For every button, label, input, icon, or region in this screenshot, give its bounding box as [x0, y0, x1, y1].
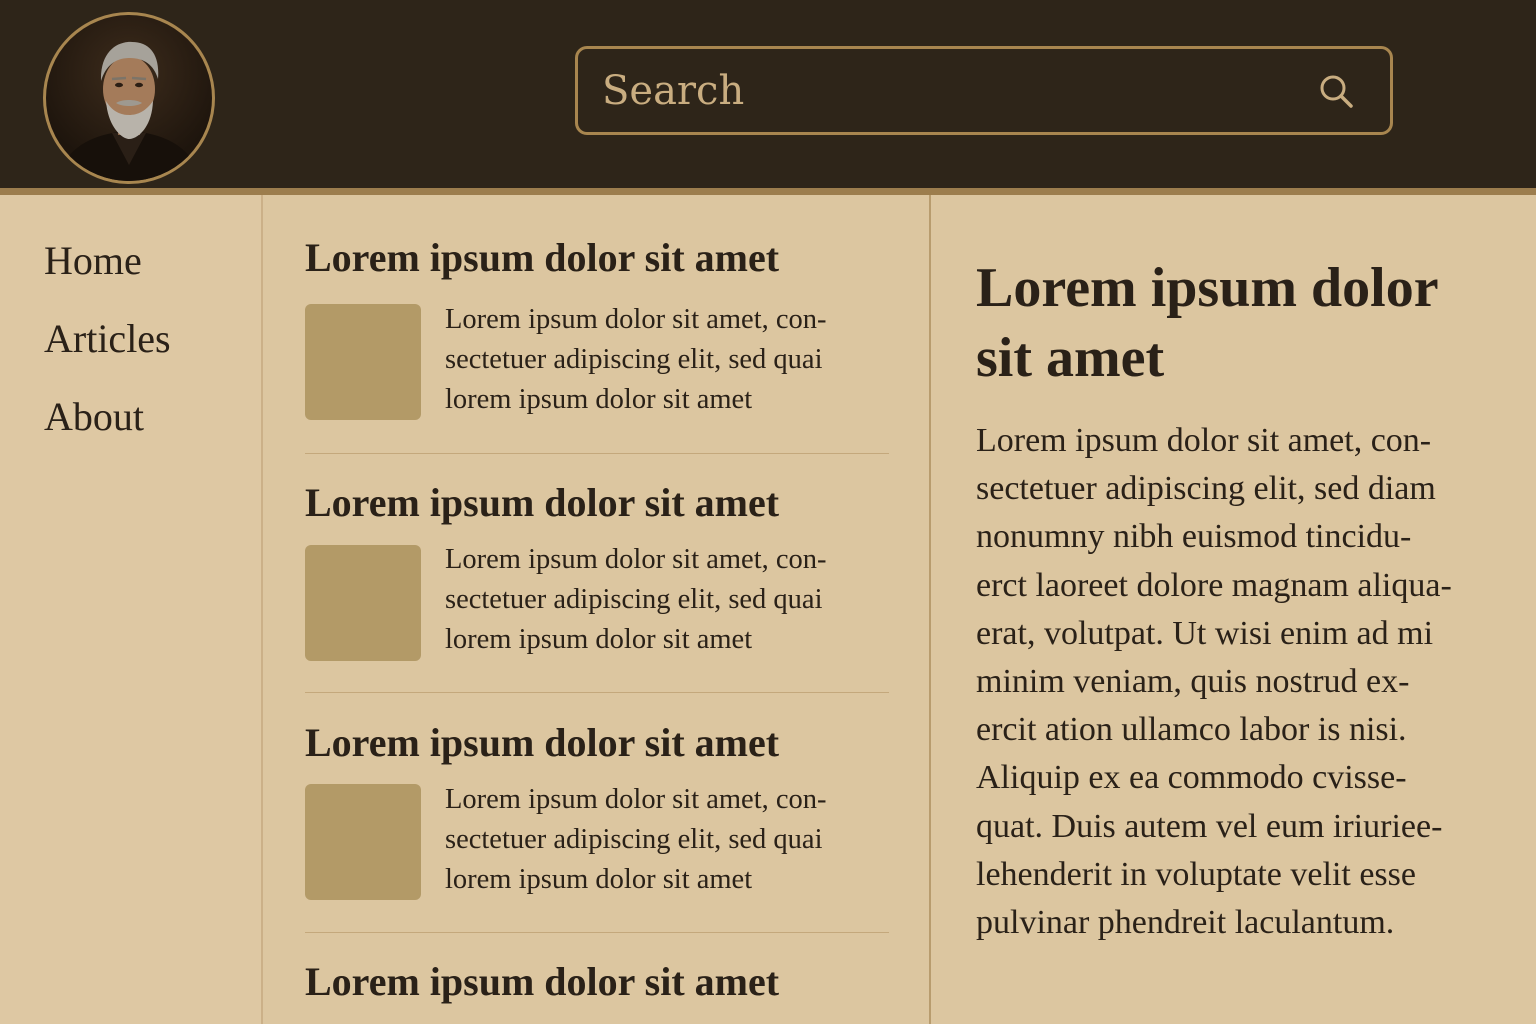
sidebar-item-articles[interactable]: Articles: [44, 315, 171, 362]
excerpt-line: Lorem ipsum dolor sit amet, con-: [445, 304, 827, 335]
body-line: quat. Duis autem vel eum iriuriee-: [976, 807, 1443, 845]
article-detail: Lorem ipsum dolor sit amet Lorem ipsum d…: [931, 195, 1536, 1024]
divider: [305, 932, 889, 933]
body-line: ercit ation ullamco labor is nisi.: [976, 711, 1407, 749]
detail-title: Lorem ipsum dolor sit amet: [976, 253, 1516, 393]
avatar-portrait: [56, 41, 202, 181]
article-thumbnail[interactable]: [305, 784, 421, 900]
article-title[interactable]: Lorem ipsum dolor sit amet: [305, 480, 889, 526]
excerpt-line: lorem ipsum dolor sit amet: [445, 384, 753, 415]
article-feed: Lorem ipsum dolor sit amet Lorem ipsum d…: [263, 195, 929, 1024]
article-title[interactable]: Lorem ipsum dolor sit amet: [305, 235, 889, 281]
divider: [305, 692, 889, 693]
detail-body: Lorem ipsum dolor sit amet, con- sectetu…: [976, 417, 1526, 947]
excerpt-line: sectetuer adipiscing elit, sed quai: [445, 584, 823, 615]
body-line: erct laoreet dolore magnam aliqua-: [976, 566, 1452, 604]
article-title[interactable]: Lorem ipsum dolor sit amet: [305, 959, 889, 1005]
excerpt-line: sectetuer adipiscing elit, sed quai: [445, 824, 823, 855]
article-thumbnail[interactable]: [305, 304, 421, 420]
article-card[interactable]: Lorem ipsum dolor sit amet Lorem ipsum d…: [305, 720, 889, 900]
sidebar-item-home[interactable]: Home: [44, 237, 142, 284]
excerpt-line: lorem ipsum dolor sit amet: [445, 624, 753, 655]
excerpt-line: Lorem ipsum dolor sit amet, con-: [445, 784, 827, 815]
body-line: pulvinar phendreit laculantum.: [976, 904, 1395, 942]
article-thumbnail[interactable]: [305, 545, 421, 661]
top-header: [0, 0, 1536, 195]
article-card[interactable]: Lorem ipsum dolor sit amet: [305, 959, 889, 1005]
body-line: Aliquip ex ea commodo cvisse-: [976, 759, 1407, 797]
article-card[interactable]: Lorem ipsum dolor sit amet Lorem ipsum d…: [305, 480, 889, 661]
search-bar: [575, 46, 1393, 135]
article-excerpt: Lorem ipsum dolor sit amet, con- sectetu…: [445, 300, 885, 420]
article-card[interactable]: Lorem ipsum dolor sit amet Lorem ipsum d…: [305, 235, 889, 420]
excerpt-line: Lorem ipsum dolor sit amet, con-: [445, 544, 827, 575]
body-line: erat, volutpat. Ut wisi enim ad mi: [976, 614, 1434, 652]
body-line: nonumny nibh euismod tincidu-: [976, 518, 1412, 556]
detail-title-line: sit amet: [976, 327, 1165, 389]
divider: [305, 453, 889, 454]
sidebar-nav: Home Articles About: [0, 195, 263, 1024]
body-line: minim veniam, quis nostrud ex-: [976, 663, 1410, 701]
detail-title-line: Lorem ipsum dolor: [976, 257, 1439, 319]
body-line: sectetuer adipiscing elit, sed diam: [976, 470, 1436, 508]
body-line: Lorem ipsum dolor sit amet, con-: [976, 422, 1432, 459]
article-excerpt: Lorem ipsum dolor sit amet, con- sectetu…: [445, 780, 885, 900]
body-line: lehenderit in voluptate velit esse: [976, 855, 1416, 893]
excerpt-line: sectetuer adipiscing elit, sed quai: [445, 344, 823, 375]
article-excerpt: Lorem ipsum dolor sit amet, con- sectetu…: [445, 540, 885, 660]
article-title[interactable]: Lorem ipsum dolor sit amet: [305, 720, 889, 766]
sidebar-item-about[interactable]: About: [44, 393, 144, 440]
excerpt-line: lorem ipsum dolor sit amet: [445, 864, 753, 895]
search-input[interactable]: [578, 50, 1316, 131]
avatar[interactable]: [43, 12, 215, 184]
search-icon[interactable]: [1316, 71, 1356, 111]
